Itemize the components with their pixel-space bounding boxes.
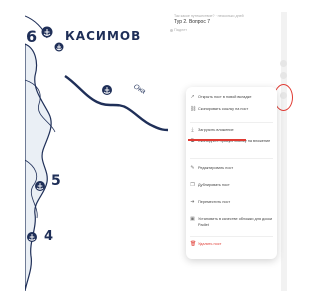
anchor-icon bbox=[27, 232, 37, 242]
post-meta: Так какое путешествие? · несколько дней bbox=[174, 14, 244, 18]
menu-divider bbox=[190, 122, 273, 123]
anchor-icon bbox=[41, 26, 53, 38]
anchor-icon bbox=[54, 42, 64, 52]
menu-item-label: Скопировать ссылку на пост bbox=[198, 107, 249, 111]
avatar bbox=[170, 29, 173, 32]
map-marker-number: 4 bbox=[44, 229, 54, 244]
trash-icon: 🗑 bbox=[190, 241, 197, 247]
anchor-icon bbox=[35, 181, 45, 191]
menu-divider bbox=[190, 236, 273, 237]
post-title: Тур 2. Вопрос 7 bbox=[174, 19, 211, 25]
duplicate-icon: ❐ bbox=[190, 182, 195, 188]
pencil-icon: ✎ bbox=[190, 165, 195, 171]
menu-item-label: Дублировать пост bbox=[198, 183, 230, 187]
move-icon: ➜ bbox=[190, 199, 195, 205]
menu-item-label: Удалить пост bbox=[198, 242, 222, 246]
map-drawing bbox=[25, 15, 168, 291]
link-icon: ⛓ bbox=[190, 106, 197, 112]
menu-item-label: Открыть пост в новой вкладке bbox=[198, 95, 252, 99]
annotation-underline bbox=[188, 139, 246, 141]
rail-button[interactable] bbox=[280, 60, 287, 67]
external-link-icon: ↗ bbox=[190, 94, 195, 100]
image-icon: ▣ bbox=[190, 216, 195, 222]
map-marker-number: 6 bbox=[26, 27, 38, 46]
map-image bbox=[25, 10, 168, 291]
menu-item-label: Редактировать пост bbox=[198, 166, 234, 170]
menu-item-label: Переместить пост bbox=[198, 200, 231, 204]
rail-button[interactable] bbox=[280, 72, 287, 79]
post-author: Падлет bbox=[174, 28, 187, 32]
post-context-menu: ↗ Открыть пост в новой вкладке ⛓ Скопироват… bbox=[186, 87, 277, 259]
menu-item-label: Загрузить вложение bbox=[198, 128, 234, 132]
menu-item-label: Установить в качестве обложки для доски … bbox=[198, 217, 273, 227]
top-black-strip bbox=[0, 0, 290, 10]
map-marker-number: 5 bbox=[51, 173, 61, 189]
side-rail bbox=[281, 12, 287, 291]
menu-divider bbox=[190, 158, 273, 159]
map-city-label: КАСИМОВ bbox=[65, 29, 142, 43]
anchor-icon bbox=[102, 85, 112, 95]
download-icon: ⤓ bbox=[191, 127, 194, 133]
